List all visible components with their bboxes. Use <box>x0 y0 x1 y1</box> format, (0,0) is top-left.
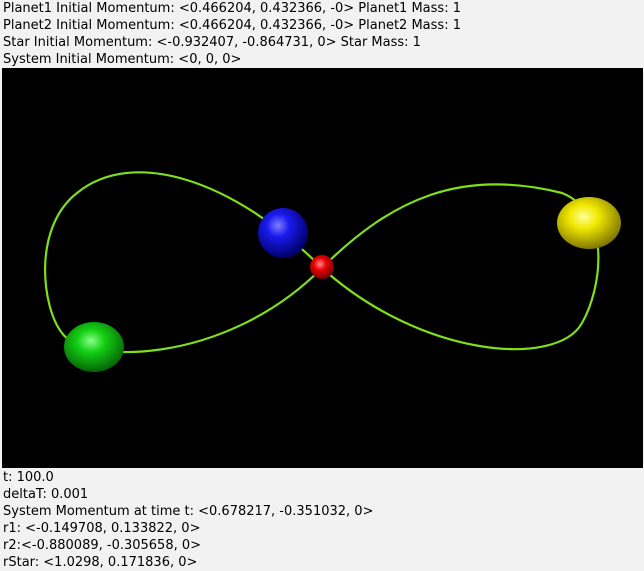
simulation-canvas[interactable] <box>2 68 643 468</box>
r1-text: r1: <-0.149708, 0.133822, 0> <box>3 521 201 536</box>
third-body-sphere <box>64 322 124 372</box>
star-sphere <box>310 255 334 279</box>
planet1-sphere <box>258 208 308 258</box>
system-momentum-text: System Momentum at time t: <0.678217, -0… <box>3 504 374 519</box>
time-text: t: 100.0 <box>3 470 54 485</box>
rstar-text: rStar: <1.0298, 0.171836, 0> <box>3 555 198 570</box>
r2-text: r2:<-0.880089, -0.305658, 0> <box>3 538 202 553</box>
planet1-initial-momentum-text: Planet1 Initial Momentum: <0.466204, 0.4… <box>3 1 461 16</box>
simulation-scene <box>44 171 621 372</box>
delta-t-text: deltaT: 0.001 <box>3 487 89 502</box>
planet2-sphere <box>557 197 621 249</box>
system-initial-momentum-text: System Initial Momentum: <0, 0, 0> <box>3 52 242 67</box>
star-initial-momentum-text: Star Initial Momentum: <-0.932407, -0.86… <box>3 35 421 50</box>
planet2-initial-momentum-text: Planet2 Initial Momentum: <0.466204, 0.4… <box>3 18 461 33</box>
